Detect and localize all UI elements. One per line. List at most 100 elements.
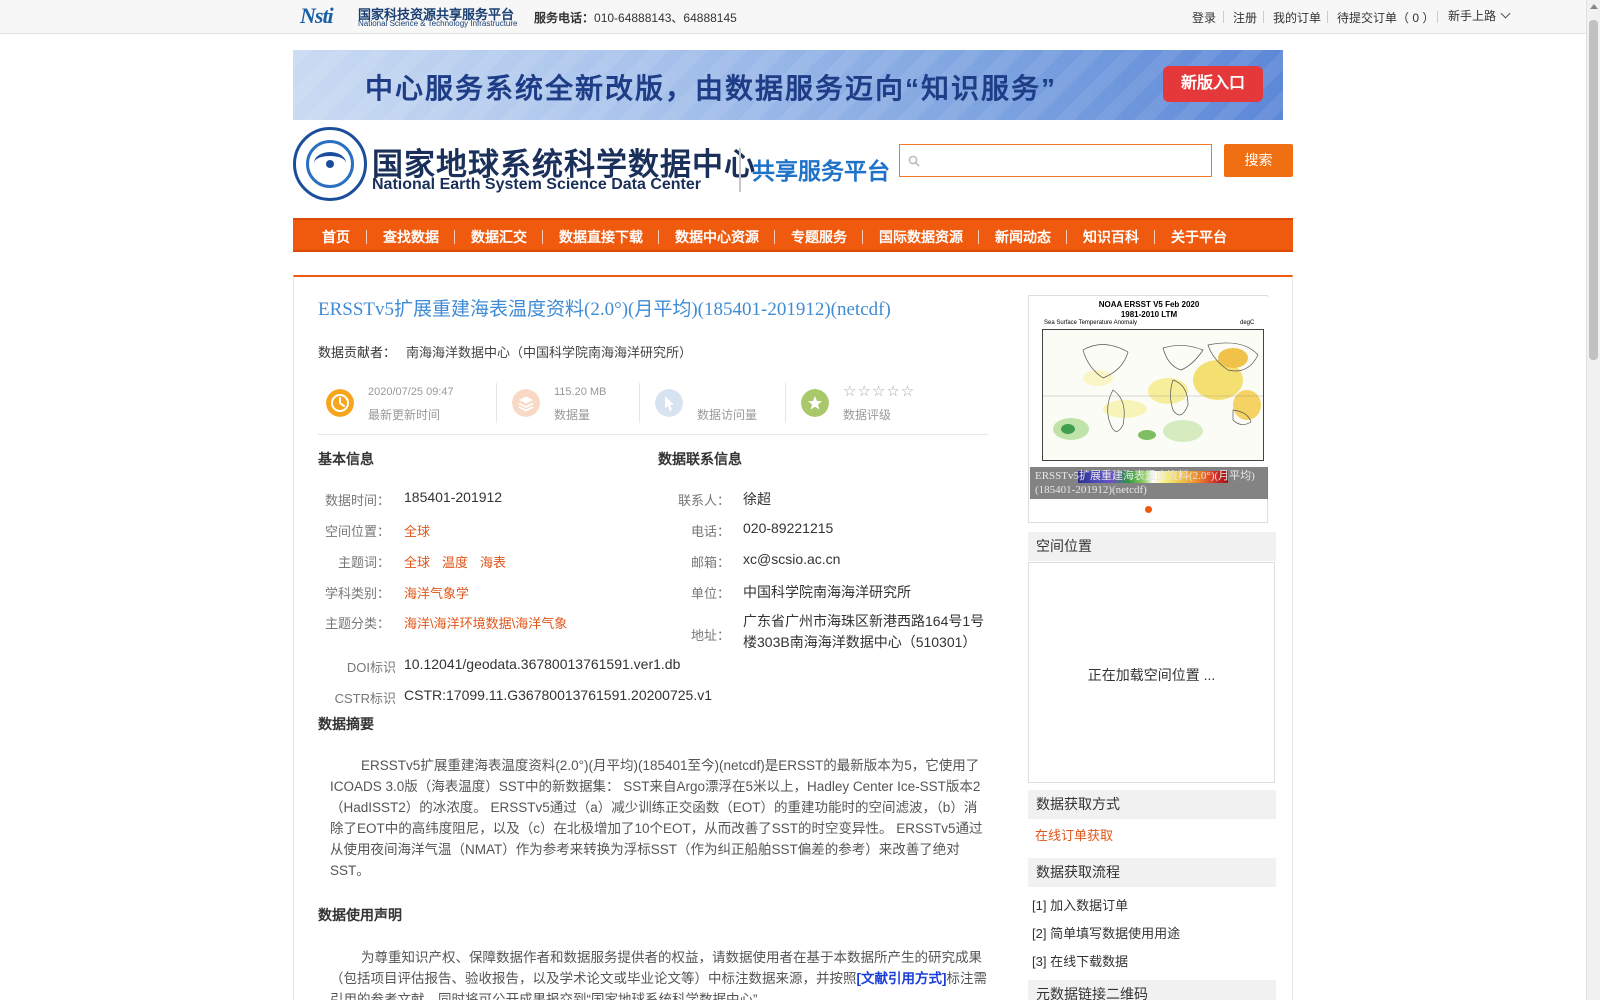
login-link[interactable]: 登录 [1192,9,1216,26]
stat-updated-value: 2020/07/25 09:47 [368,386,454,398]
new-version-button[interactable]: 新版入口 [1163,66,1263,102]
stat-separator [496,383,497,423]
star-badge-icon [801,389,829,417]
keywords-label: 主题词： [337,555,390,570]
carousel-dot[interactable] [1145,506,1152,513]
nav-separator [862,230,863,244]
nav-news[interactable]: 新闻动态 [995,227,1051,247]
top-separator [1327,11,1328,23]
banner-text: 中心服务系统全新改版，由数据服务迈向“知识服务” [365,73,1058,104]
preview-caption-bar: ERSSTv5扩展重建海表温度资料(2.0°)(月平均)(185401-2019… [1030,467,1268,499]
scroll-thumb[interactable] [1589,20,1598,360]
stat-rating-label: 数据评级 [843,408,892,422]
process-step: [2] 简单填写数据使用用途 [1032,926,1181,941]
nav-home[interactable]: 首页 [322,227,350,247]
stat-rating: ☆☆☆☆☆ 数据评级 [793,377,973,427]
spatial-value-link[interactable]: 全球 [404,521,430,540]
coastline-overlay [1043,342,1263,432]
search-input[interactable] [926,149,1206,173]
cstr-label: CSTR标识 [334,691,396,706]
rating-stars[interactable]: ☆☆☆☆☆ [843,382,915,400]
my-orders-link[interactable]: 我的订单 [1273,9,1321,26]
nsti-logo[interactable]: Nsti 国家科技资源共享服务平台 National Science & Tec… [300,3,522,30]
search-button[interactable]: 搜索 [1224,144,1293,177]
nav-separator [366,230,367,244]
top-separator [1437,11,1438,23]
keyword-link[interactable]: 海表 [480,555,506,570]
citation-link[interactable]: [文献引用方式] [857,971,947,986]
stat-separator [639,383,640,423]
doi-label: DOI标识 [346,660,396,675]
nav-center-resources[interactable]: 数据中心资源 [675,227,759,247]
center-name-en: National Earth System Science Data Cente… [372,176,702,193]
basic-info-heading: 基本信息 [318,451,374,467]
qr-heading: 元数据链接二维码 [1028,980,1276,1000]
stat-size: 115.20 MB 数据量 [504,377,634,427]
platform-title: 共享服务平台 [752,158,890,184]
map-canvas [1042,329,1264,461]
page-scrollbar[interactable] [1586,0,1600,1000]
cursor-icon [655,389,683,417]
spatial-map-box[interactable]: 正在加载空间位置 ... [1028,562,1275,783]
keywords-list: 全球 温度 海表 [404,552,518,571]
nav-about[interactable]: 关于平台 [1171,227,1227,247]
layers-icon [512,389,540,417]
dataset-title: ERSSTv5扩展重建海表温度资料(2.0°)(月平均)(185401-2019… [318,299,891,320]
preview-carousel[interactable]: NOAA ERSST V5 Feb 2020 1981-2010 LTM Sea… [1028,295,1268,523]
scroll-up-arrow-icon[interactable] [1590,4,1598,9]
nav-separator [454,230,455,244]
online-order-link[interactable]: 在线订单获取 [1035,825,1113,844]
keyword-link[interactable]: 温度 [442,555,468,570]
doi-value: 10.12041/geodata.36780013761591.ver1.db [404,656,681,672]
nav-direct-download[interactable]: 数据直接下载 [559,227,643,247]
nav-separator [1154,230,1155,244]
category-label: 主题分类： [324,616,390,631]
stat-size-label: 数据量 [554,408,591,422]
stat-separator [785,383,786,423]
top-links: 登录 注册 我的订单 待提交订单（ 0 ） 新手上路 [906,7,1586,27]
data-time-label: 数据时间： [324,493,390,508]
discipline-link[interactable]: 海洋气象学 [404,583,469,602]
top-separator [1263,11,1264,23]
cstr-value: CSTR:17099.11.G36780013761591.20200725.v… [404,687,712,703]
phone-label: 服务电话： [534,11,595,25]
stats-bar: 2020/07/25 09:47 最新更新时间 115.20 MB 数据量 数据… [318,377,988,435]
newbie-menu[interactable]: 新手上路 [1448,7,1511,24]
stat-visits-label: 数据访问量 [697,408,758,422]
search-icon [908,155,920,167]
category-link[interactable]: 海洋\海洋环境数据\海洋气象 [404,613,567,632]
contact-address-label: 地址： [690,628,730,643]
contact-unit-value: 中国科学院南海海洋研究所 [743,584,911,600]
spatial-loading-text: 正在加载空间位置 ... [1087,667,1216,683]
nav-knowledge[interactable]: 知识百科 [1083,227,1139,247]
contact-email-value: xc@scsio.ac.cn [743,551,841,567]
nav-separator [978,230,979,244]
data-time-value: 185401-201912 [404,489,503,505]
announcement-banner: 中心服务系统全新改版，由数据服务迈向“知识服务” 新版入口 [293,50,1283,120]
contributor-row: 数据贡献者： 南海海洋数据中心（中国科学院南海海洋研究所） [318,342,692,361]
usage-text: 为尊重知识产权、保障数据作者和数据服务提供者的权益，请数据使用者在基于本数据所产… [330,947,990,1000]
contact-phone-label: 电话： [690,524,730,539]
nav-data-submission[interactable]: 数据汇交 [471,227,527,247]
nav-separator [1066,230,1067,244]
register-link[interactable]: 注册 [1233,9,1257,26]
keyword-link[interactable]: 全球 [404,555,430,570]
process-step: [1] 加入数据订单 [1032,898,1129,913]
center-seal-logo[interactable] [293,127,367,201]
discipline-label: 学科类别： [324,586,390,601]
contact-email-label: 邮箱： [690,555,730,570]
usage-heading: 数据使用声明 [318,907,402,923]
contact-unit-label: 单位： [690,586,730,601]
nsti-logo-en: National Science & Technology Infrastruc… [358,19,518,28]
nav-topic-services[interactable]: 专题服务 [791,227,847,247]
preview-caption: ERSSTv5扩展重建海表温度资料(2.0°)(月平均)(185401-2019… [1035,470,1255,496]
map-title: NOAA ERSST V5 Feb 2020 [1098,300,1200,309]
nav-separator [774,230,775,244]
preview-map-image: NOAA ERSST V5 Feb 2020 1981-2010 LTM Sea… [1030,297,1268,467]
nav-international-resources[interactable]: 国际数据资源 [879,227,963,247]
pending-orders-link[interactable]: 待提交订单（ 0 ） [1337,9,1434,26]
nav-separator [542,230,543,244]
contact-person-value: 徐超 [743,491,771,507]
nsti-logo-mark: Nsti [300,3,334,28]
nav-find-data[interactable]: 查找数据 [383,227,439,247]
